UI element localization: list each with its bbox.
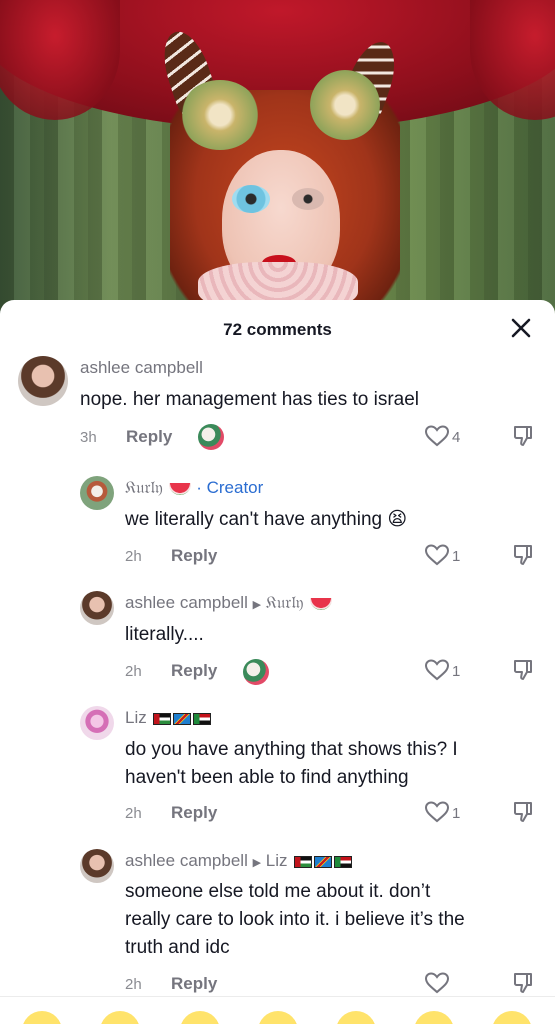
emoji-surprised-icon[interactable] (258, 1011, 298, 1024)
emoji-quick-bar (0, 996, 555, 1024)
emoji-laugh-icon[interactable] (180, 1011, 220, 1024)
comment-time: 3h (80, 429, 97, 446)
comment-text-line: truth and idc (125, 937, 230, 958)
emoji-grin-icon[interactable] (336, 1011, 376, 1024)
reply-to-username: Liz (265, 851, 288, 870)
heart-outline-icon[interactable] (424, 800, 450, 824)
like-count: 1 (452, 663, 461, 680)
comment-username: Liz (125, 708, 147, 727)
reply-arrow-icon: ▶ (252, 857, 262, 869)
reply-button[interactable]: Reply (171, 661, 217, 681)
comment-username: ashlee campbell (125, 851, 248, 870)
like-count: 1 (452, 805, 461, 822)
flower-crown (180, 80, 260, 150)
painted-eye (292, 188, 324, 210)
flag-icon (193, 712, 212, 725)
comment-count: 72 comments (223, 320, 332, 339)
video-background[interactable] (0, 0, 555, 320)
avatar[interactable] (80, 706, 114, 740)
heart-outline-icon[interactable] (424, 424, 450, 448)
thumbs-down-icon[interactable] (512, 971, 534, 995)
reply-to-username: 𝔎𝔲𝔯𝔩𝔶 (265, 593, 304, 612)
flag-icon (294, 855, 313, 868)
thumbs-down-icon[interactable] (512, 543, 534, 567)
reply-button[interactable]: Reply (171, 803, 217, 823)
comments-sheet: 72 comments ashlee campbell nope. her ma… (0, 300, 555, 1024)
flag-icon (173, 712, 192, 725)
reply-arrow-icon: ▶ (252, 599, 262, 611)
comment-time: 2h (125, 976, 142, 993)
comment-text-line: someone else told me about it. don’t (125, 881, 431, 902)
thumbs-down-icon[interactable] (512, 658, 534, 682)
emoji-wink-icon[interactable] (414, 1011, 454, 1024)
comment-username-row[interactable]: Liz (125, 708, 212, 728)
comment-text: literally.... (125, 624, 204, 645)
emoji-smile-icon[interactable] (22, 1011, 62, 1024)
heart-outline-icon[interactable] (424, 971, 450, 995)
flag-icon (314, 855, 333, 868)
comment-username[interactable]: ashlee campbell (80, 358, 203, 378)
sticker-icon (198, 424, 224, 450)
comment-text-line: really care to look into it. i believe i… (125, 909, 465, 930)
watermelon-icon (169, 482, 192, 495)
heart-outline-icon[interactable] (424, 543, 450, 567)
comment-time: 2h (125, 805, 142, 822)
flower-crown (310, 70, 380, 140)
flag-icon (334, 855, 353, 868)
comment-text: someone else told me about it. don’t rea… (125, 878, 465, 962)
comment-text: nope. her management has ties to israel (80, 389, 420, 410)
sticker-icon (243, 659, 269, 685)
avatar[interactable] (18, 356, 68, 406)
emoji-sweat-icon[interactable] (492, 1011, 532, 1024)
watermelon-icon (310, 597, 333, 610)
comment-username-row[interactable]: 𝔎𝔲𝔯𝔩𝔶 · Creator (125, 478, 263, 498)
like-count: 1 (452, 548, 461, 565)
avatar[interactable] (80, 591, 114, 625)
comment-username-row[interactable]: ashlee campbell ▶ 𝔎𝔲𝔯𝔩𝔶 (125, 593, 333, 613)
comment-text: do you have anything that shows this? I … (125, 736, 458, 792)
close-button[interactable] (509, 316, 533, 340)
flag-icon (153, 712, 172, 725)
like-count: 4 (452, 429, 461, 446)
reply-button[interactable]: Reply (171, 974, 217, 994)
reply-button[interactable]: Reply (126, 427, 172, 447)
comment-time: 2h (125, 663, 142, 680)
comment-username-row[interactable]: ashlee campbell ▶ Liz (125, 851, 353, 871)
creator-badge: · Creator (196, 478, 264, 497)
close-icon (511, 318, 531, 338)
comment-text-line: haven't been able to find anything (125, 767, 409, 788)
emoji-heart-eyes-icon[interactable] (100, 1011, 140, 1024)
comment-text: we literally can't have anything 😫 (125, 509, 408, 530)
heart-outline-icon[interactable] (424, 658, 450, 682)
comment-time: 2h (125, 548, 142, 565)
comment-username: 𝔎𝔲𝔯𝔩𝔶 (125, 478, 163, 497)
thumbs-down-icon[interactable] (512, 424, 534, 448)
comment-text-line: do you have anything that shows this? I (125, 739, 458, 760)
avatar[interactable] (80, 476, 114, 510)
comment-username: ashlee campbell (125, 593, 248, 612)
avatar[interactable] (80, 849, 114, 883)
painted-eye (232, 185, 270, 213)
comments-header: 72 comments (0, 300, 555, 356)
reply-button[interactable]: Reply (171, 546, 217, 566)
thumbs-down-icon[interactable] (512, 800, 534, 824)
